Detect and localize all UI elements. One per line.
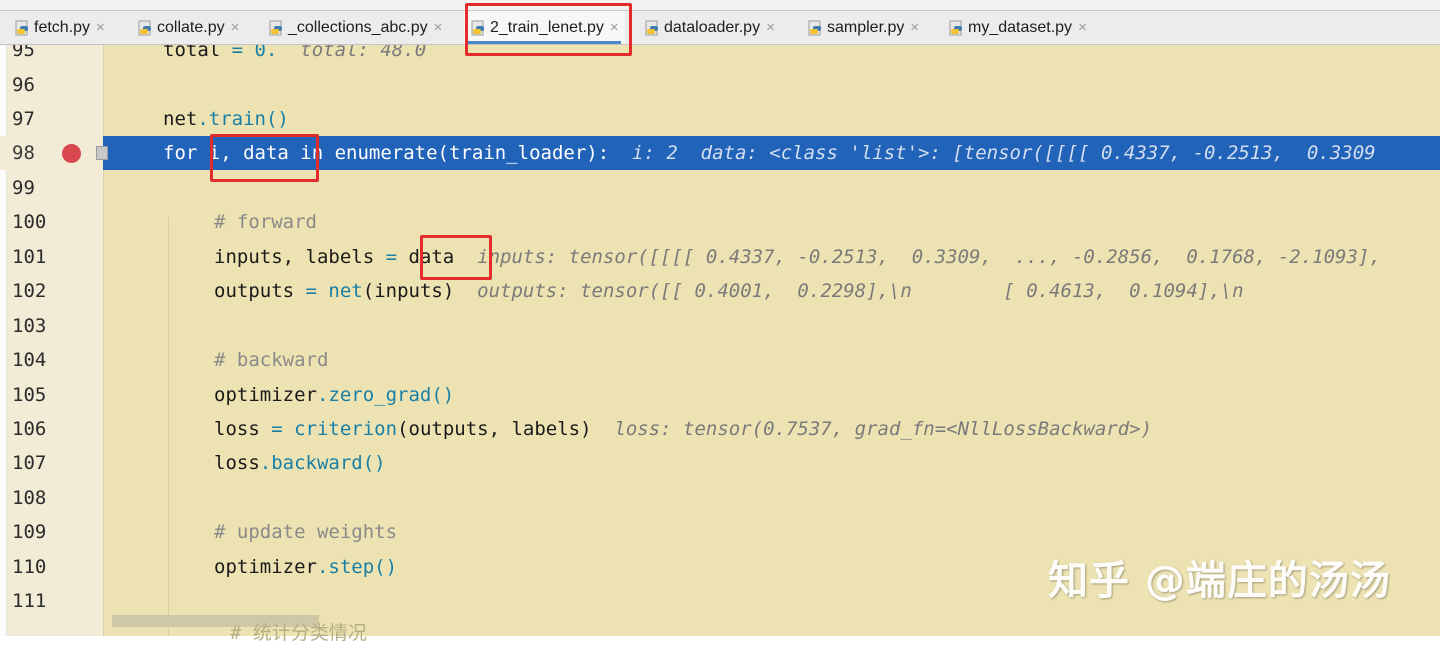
- code-comment: # update weights: [214, 521, 398, 543]
- tab-my-dataset-py[interactable]: my_dataset.py ×: [948, 11, 1087, 44]
- code-line-106[interactable]: 106 loss = criterion(outputs, labels) lo…: [0, 412, 1440, 446]
- code-comment: # backward: [214, 349, 329, 371]
- tab-collate-py[interactable]: collate.py ×: [137, 11, 239, 44]
- highlight-box-data: [420, 235, 492, 280]
- highlight-box-loop-vars: [210, 134, 319, 182]
- code-line-97[interactable]: 97 net.train(): [0, 102, 1440, 136]
- code-text: loss.backward(): [214, 452, 386, 474]
- watermark: 知乎 @端庄的汤汤: [1048, 558, 1391, 604]
- python-file-icon: [645, 20, 658, 35]
- line-number: 110: [12, 556, 47, 578]
- code-line-108[interactable]: 108: [0, 481, 1440, 515]
- line-number: 111: [12, 590, 47, 612]
- code-text: optimizer.step(): [214, 556, 398, 578]
- tab-dataloader-py[interactable]: dataloader.py ×: [644, 11, 775, 44]
- python-file-icon: [808, 20, 821, 35]
- line-number: 105: [12, 384, 47, 406]
- code-text: net.train(): [163, 108, 289, 130]
- editor-tab-bar: fetch.py × collate.py × _collections_abc…: [0, 11, 1440, 45]
- window-top-strip: [0, 0, 1440, 11]
- code-text: optimizer.zero_grad(): [214, 384, 455, 406]
- line-number: 106: [12, 418, 47, 440]
- line-number: 99: [12, 177, 35, 199]
- line-number: 96: [12, 74, 35, 96]
- code-text: total = 0. total: 48.0: [163, 45, 427, 61]
- code-line-103[interactable]: 103: [0, 309, 1440, 343]
- close-icon[interactable]: ×: [766, 19, 775, 36]
- close-icon[interactable]: ×: [910, 19, 919, 36]
- code-line-104[interactable]: 104 # backward: [0, 343, 1440, 377]
- code-text: inputs, labels = data inputs: tensor([[[…: [214, 246, 1381, 268]
- code-line-105[interactable]: 105 optimizer.zero_grad(): [0, 378, 1440, 412]
- python-file-icon: [269, 20, 282, 35]
- close-icon[interactable]: ×: [1078, 19, 1087, 36]
- tab-label: dataloader.py: [664, 18, 761, 36]
- tab-label: _collections_abc.py: [288, 18, 428, 36]
- tab-label: fetch.py: [34, 18, 91, 36]
- close-icon[interactable]: ×: [231, 19, 240, 36]
- code-line-109[interactable]: 109 # update weights: [0, 515, 1440, 549]
- line-number: 109: [12, 521, 47, 543]
- code-line-107[interactable]: 107 loss.backward(): [0, 446, 1440, 480]
- partial-code-comment: # 统计分类情况: [230, 622, 367, 644]
- line-number: 104: [12, 349, 47, 371]
- line-number: 95: [12, 45, 35, 61]
- code-line-101[interactable]: 101 inputs, labels = data inputs: tensor…: [0, 240, 1440, 274]
- breakpoint-icon[interactable]: [62, 144, 81, 163]
- code-text: outputs = net(inputs) outputs: tensor([[…: [214, 280, 1244, 302]
- line-number: 102: [12, 280, 47, 302]
- code-line-100[interactable]: 100 # forward: [0, 205, 1440, 239]
- python-file-icon: [138, 20, 151, 35]
- tab-fetch-py[interactable]: fetch.py ×: [14, 11, 105, 44]
- close-icon[interactable]: ×: [96, 19, 105, 36]
- tab-label: sampler.py: [827, 18, 905, 36]
- highlight-box-active-tab: [465, 3, 632, 56]
- line-number: 97: [12, 108, 35, 130]
- line-number: 98: [12, 142, 35, 164]
- python-file-icon: [949, 20, 962, 35]
- line-number: 107: [12, 452, 47, 474]
- line-number: 101: [12, 246, 47, 268]
- fold-marker-icon[interactable]: [96, 146, 108, 160]
- line-number: 100: [12, 211, 47, 233]
- tab-collections-abc-py[interactable]: _collections_abc.py ×: [268, 11, 442, 44]
- code-line-95[interactable]: 95 total = 0. total: 48.0: [0, 45, 1440, 67]
- code-text: loss = criterion(outputs, labels) loss: …: [214, 418, 1153, 440]
- line-number: 103: [12, 315, 47, 337]
- tab-label: collate.py: [157, 18, 225, 36]
- close-icon[interactable]: ×: [434, 19, 443, 36]
- line-number: 108: [12, 487, 47, 509]
- tab-label: my_dataset.py: [968, 18, 1073, 36]
- code-comment: # forward: [214, 211, 317, 233]
- code-line-96[interactable]: 96: [0, 68, 1440, 102]
- tab-sampler-py[interactable]: sampler.py ×: [807, 11, 919, 44]
- code-line-102[interactable]: 102 outputs = net(inputs) outputs: tenso…: [0, 274, 1440, 308]
- python-file-icon: [15, 20, 28, 35]
- code-text: for i, data in enumerate(train_loader): …: [163, 142, 1376, 164]
